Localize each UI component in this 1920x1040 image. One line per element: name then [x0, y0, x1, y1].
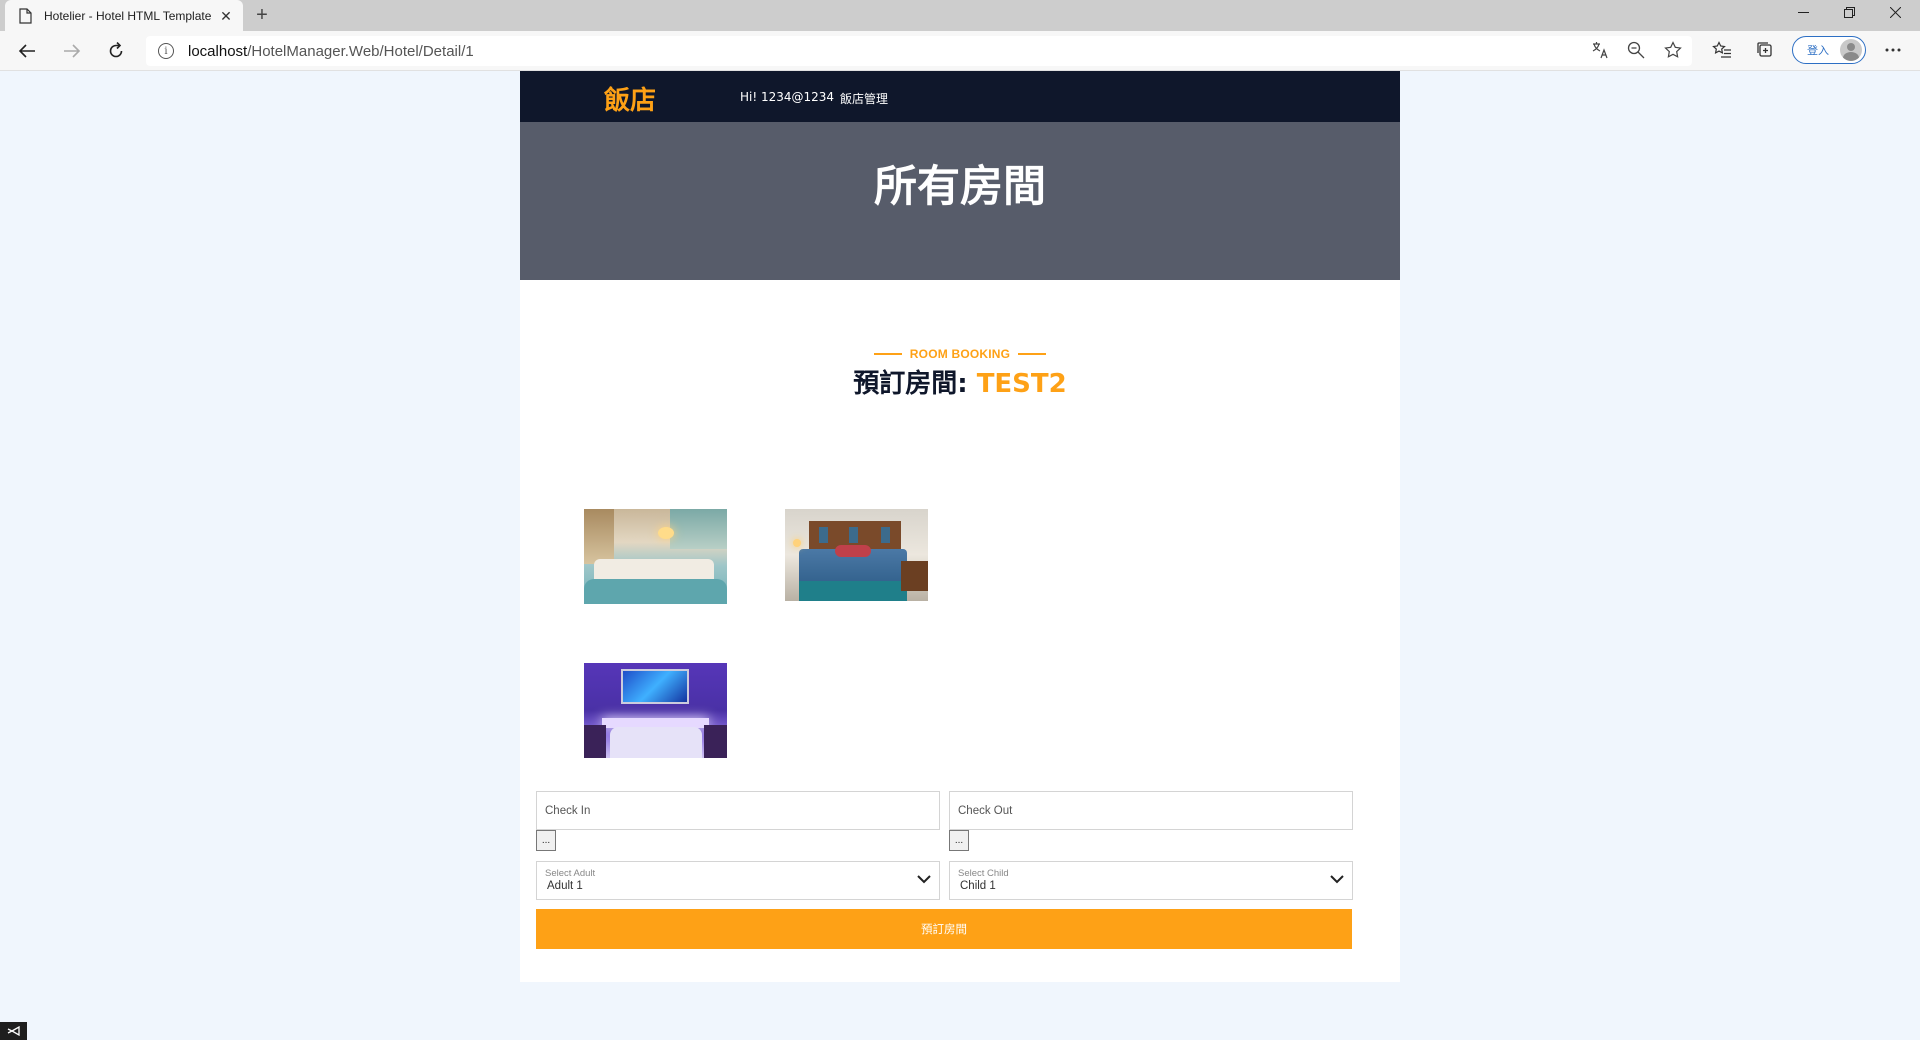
tab-title: Hotelier - Hotel HTML Template: [44, 8, 212, 23]
room-photo-3[interactable]: [584, 663, 727, 758]
child-select-value: Child 1: [960, 880, 996, 892]
avatar: [1840, 39, 1862, 61]
url-field[interactable]: i localhost/HotelManager.Web/Hotel/Detai…: [146, 36, 1692, 66]
check-in-field[interactable]: Check In: [536, 791, 940, 830]
browser-tab[interactable]: Hotelier - Hotel HTML Template ✕: [5, 0, 243, 31]
divider: [873, 353, 902, 355]
page-container: 飯店 Hi! 1234@1234 飯店管理 所有房間 ROOM BOOKING …: [520, 71, 1400, 982]
visual-studio-icon[interactable]: [0, 1022, 27, 1040]
site-info-icon[interactable]: i: [158, 43, 174, 59]
adult-select-value: Adult 1: [547, 880, 583, 892]
section-subtitle-text: ROOM BOOKING: [909, 347, 1011, 361]
book-room-button[interactable]: 預訂房間: [536, 909, 1352, 949]
new-tab-icon[interactable]: +: [252, 5, 272, 26]
adult-select[interactable]: Select Adult Adult 1: [536, 861, 940, 900]
forward-icon[interactable]: [60, 39, 84, 63]
adult-select-label: Select Adult: [545, 868, 596, 879]
section-title-prefix: 預訂房間:: [853, 369, 977, 399]
translate-icon[interactable]: [1589, 39, 1611, 61]
profile-label: 登入: [1807, 45, 1829, 57]
section-title: 預訂房間: TEST2: [520, 363, 1400, 400]
url-text: localhost/HotelManager.Web/Hotel/Detail/…: [188, 43, 474, 60]
check-out-picker-button[interactable]: ...: [949, 830, 969, 851]
page-header: 所有房間: [520, 122, 1400, 280]
more-menu-icon[interactable]: [1882, 39, 1904, 61]
restore-icon[interactable]: [1826, 0, 1872, 25]
check-in-label: Check In: [545, 804, 591, 817]
page-title: 所有房間: [874, 162, 1046, 212]
minimize-icon[interactable]: [1780, 0, 1826, 25]
collections-icon[interactable]: [1754, 39, 1776, 61]
chevron-down-icon: [1330, 875, 1344, 884]
url-host: localhost: [188, 42, 248, 60]
child-select-label: Select Child: [958, 868, 1009, 879]
back-icon[interactable]: [15, 39, 39, 63]
favorite-star-icon[interactable]: [1662, 39, 1684, 61]
room-photo-1[interactable]: [584, 509, 727, 604]
user-greeting[interactable]: Hi! 1234@1234: [740, 90, 834, 104]
close-tab-icon[interactable]: ✕: [219, 9, 233, 23]
check-out-label: Check Out: [958, 804, 1013, 817]
zoom-icon[interactable]: [1625, 39, 1647, 61]
address-bar: i localhost/HotelManager.Web/Hotel/Detai…: [0, 31, 1920, 71]
child-select[interactable]: Select Child Child 1: [949, 861, 1353, 900]
nav-link-hotel-manage[interactable]: 飯店管理: [840, 90, 888, 107]
divider: [1018, 353, 1047, 355]
favorites-list-icon[interactable]: [1711, 39, 1733, 61]
document-icon: [19, 7, 32, 24]
check-in-picker-button[interactable]: ...: [536, 830, 556, 851]
url-path: /HotelManager.Web/Hotel/Detail/1: [247, 42, 474, 60]
section-subtitle: ROOM BOOKING: [520, 347, 1400, 361]
close-window-icon[interactable]: [1872, 0, 1918, 25]
room-name: TEST2: [976, 369, 1067, 399]
check-out-field[interactable]: Check Out: [949, 791, 1353, 830]
chevron-down-icon: [917, 875, 931, 884]
site-navbar: 飯店 Hi! 1234@1234 飯店管理: [520, 71, 1400, 122]
profile-button[interactable]: 登入: [1792, 36, 1866, 64]
room-photo-2[interactable]: [785, 509, 928, 601]
browser-tab-bar: Hotelier - Hotel HTML Template ✕ +: [0, 0, 1920, 31]
refresh-icon[interactable]: [104, 39, 128, 63]
brand-logo[interactable]: 飯店: [604, 80, 656, 117]
